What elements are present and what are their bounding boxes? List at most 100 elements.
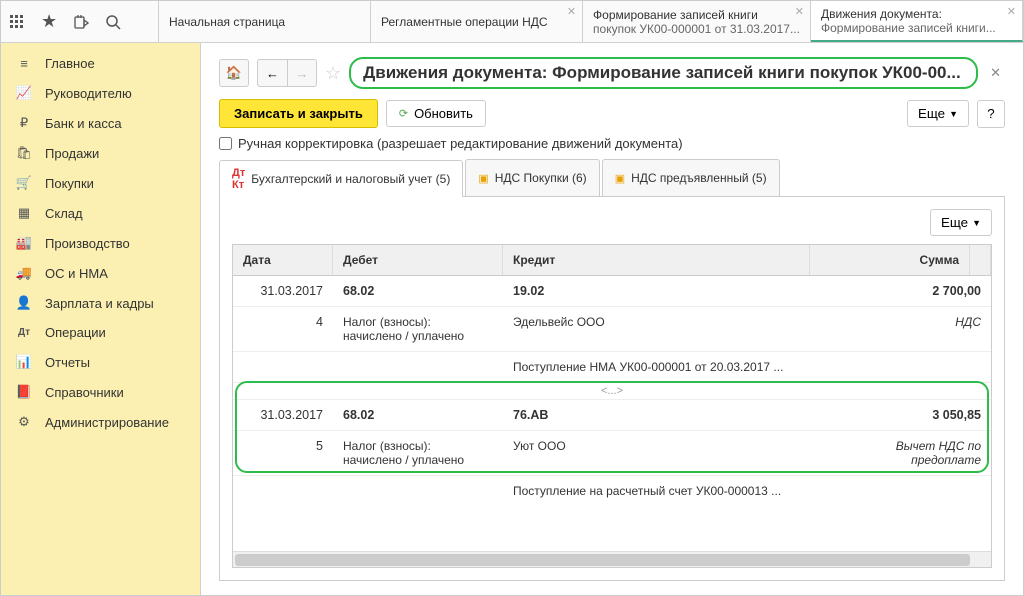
- cell-num: 4: [233, 307, 333, 351]
- chart-icon: 📈: [15, 85, 33, 101]
- star-icon[interactable]: ★: [41, 11, 57, 32]
- apps-icon[interactable]: [9, 14, 25, 30]
- table-row[interactable]: 4 Налог (взносы): начислено / уплачено Э…: [233, 307, 991, 352]
- tab-label-l1: Формирование записей книги: [593, 8, 800, 22]
- sidebar-item-label: Банк и касса: [45, 116, 122, 131]
- sidebar-item-manager[interactable]: 📈 Руководителю: [1, 78, 200, 108]
- tab-label: Начальная страница: [169, 15, 360, 29]
- chevron-down-icon: ▼: [949, 109, 958, 119]
- bag-icon: 🛍: [15, 145, 33, 161]
- close-icon[interactable]: ✕: [795, 5, 804, 18]
- sidebar-item-bank[interactable]: ₽ Банк и касса: [1, 108, 200, 138]
- col-debit: Дебет: [333, 245, 503, 275]
- gear-icon: ⚙: [15, 414, 33, 430]
- book-icon: 📕: [15, 384, 33, 400]
- person-icon: 👤: [15, 295, 33, 311]
- close-button[interactable]: ✕: [986, 65, 1005, 81]
- doc-tab-vat-presented[interactable]: ▣НДС предъявленный (5): [602, 159, 780, 196]
- col-date: Дата: [233, 245, 333, 275]
- col-credit: Кредит: [503, 245, 810, 275]
- more-label: Еще: [941, 215, 968, 230]
- factory-icon: 🏭: [15, 235, 33, 251]
- doc-tab-vat-purchases[interactable]: ▣ НДС Покупки (6): [465, 159, 599, 196]
- sidebar-item-label: Склад: [45, 206, 83, 221]
- col-sum: Сумма: [810, 245, 970, 275]
- cell-sum-sub: Вычет НДС по предоплате: [831, 431, 991, 475]
- history-icon[interactable]: [73, 14, 89, 30]
- sidebar-item-label: Операции: [45, 325, 106, 340]
- sidebar-item-admin[interactable]: ⚙ Администрирование: [1, 407, 200, 437]
- close-icon[interactable]: ✕: [1007, 5, 1016, 18]
- sidebar-item-operations[interactable]: Дт Операции: [1, 318, 200, 347]
- back-button[interactable]: ←: [257, 59, 287, 87]
- doc-tab-accounting[interactable]: ДтКтБухгалтерский и налоговый учет (5): [219, 160, 463, 197]
- cell-debit-sub: Налог (взносы): начислено / уплачено: [333, 307, 503, 351]
- close-icon[interactable]: ✕: [567, 5, 576, 18]
- save-close-button[interactable]: Записать и закрыть: [219, 99, 378, 128]
- cell-credit-sub2: Поступление НМА УК00-000001 от 20.03.201…: [503, 352, 831, 382]
- horizontal-scrollbar[interactable]: [233, 551, 991, 567]
- report-icon: 📊: [15, 354, 33, 370]
- table-row[interactable]: Поступление НМА УК00-000001 от 20.03.201…: [233, 352, 991, 383]
- more-label: Еще: [918, 106, 945, 121]
- sidebar-item-warehouse[interactable]: ▦Склад: [1, 198, 200, 228]
- sidebar-item-production[interactable]: 🏭Производство: [1, 228, 200, 258]
- top-tab-home[interactable]: Начальная страница: [159, 1, 371, 42]
- cart-icon: 🛒: [15, 175, 33, 191]
- dtkt-icon: Дт: [15, 327, 33, 338]
- home-button[interactable]: 🏠: [219, 59, 249, 87]
- refresh-button[interactable]: ⟳Обновить: [386, 100, 486, 127]
- help-button[interactable]: ?: [977, 100, 1005, 128]
- tab-label-l2: покупок УК00-000001 от 31.03.2017...: [593, 22, 800, 36]
- table-row[interactable]: 31.03.2017 68.02 19.02 2 700,00: [233, 276, 991, 307]
- doc-tab-label: НДС Покупки (6): [495, 171, 587, 185]
- sidebar-item-sales[interactable]: 🛍 Продажи: [1, 138, 200, 168]
- sidebar-item-purchases[interactable]: 🛒Покупки: [1, 168, 200, 198]
- tab-label: Регламентные операции НДС: [381, 15, 572, 29]
- row-separator: <...>: [233, 383, 991, 400]
- menu-icon: ≡: [15, 56, 33, 71]
- table-row[interactable]: 31.03.2017 68.02 76.АВ 3 050,85: [233, 400, 991, 431]
- cell-credit: 76.АВ: [503, 400, 831, 430]
- table-row[interactable]: 5 Налог (взносы): начислено / уплачено У…: [233, 431, 991, 476]
- sidebar-item-label: Зарплата и кадры: [45, 296, 154, 311]
- tab-label-l1: Движения документа:: [821, 7, 1012, 21]
- sidebar-item-main[interactable]: ≡ Главное: [1, 49, 200, 78]
- sidebar-item-label: Главное: [45, 56, 95, 71]
- doc-tab-label: Бухгалтерский и налоговый учет (5): [251, 172, 450, 186]
- sidebar-item-reports[interactable]: 📊 Отчеты: [1, 347, 200, 377]
- top-tab-1[interactable]: Регламентные операции НДС ✕: [371, 1, 583, 42]
- sidebar-item-catalogs[interactable]: 📕Справочники: [1, 377, 200, 407]
- cell-debit-sub: Налог (взносы): начислено / уплачено: [333, 431, 503, 475]
- cell-debit: 68.02: [333, 276, 503, 306]
- chevron-down-icon: ▼: [972, 218, 981, 228]
- favorite-button[interactable]: ☆: [325, 63, 341, 84]
- cell-date: 31.03.2017: [233, 400, 333, 430]
- sidebar-item-salary[interactable]: 👤 Зарплата и кадры: [1, 288, 200, 318]
- sidebar-item-label: Отчеты: [45, 355, 90, 370]
- sidebar-item-assets[interactable]: 🚚ОС и НМА: [1, 258, 200, 288]
- forward-button[interactable]: →: [287, 59, 317, 87]
- manual-edit-label: Ручная корректировка (разрешает редактир…: [238, 136, 683, 151]
- sidebar-item-label: Руководителю: [45, 86, 132, 101]
- entries-table: Дата Дебет Кредит Сумма 31.03.2017 68.02…: [232, 244, 992, 568]
- top-tab-3[interactable]: Движения документа: Формирование записей…: [811, 1, 1023, 42]
- page-title: Движения документа: Формирование записей…: [349, 57, 978, 89]
- table-row[interactable]: Поступление на расчетный счет УК00-00001…: [233, 476, 991, 506]
- cell-credit-sub: Уют ООО: [503, 431, 831, 475]
- sidebar-item-label: Продажи: [45, 146, 99, 161]
- sidebar: ≡ Главное 📈 Руководителю ₽ Банк и касса 🛍 Пр…: [1, 43, 201, 595]
- table-more-button[interactable]: Еще ▼: [930, 209, 992, 236]
- ruble-icon: ₽: [15, 115, 33, 131]
- tab-label-l2: Формирование записей книги...: [821, 21, 1012, 35]
- search-icon[interactable]: [105, 14, 121, 30]
- doc-icon: ▣: [478, 172, 488, 185]
- more-button[interactable]: Еще ▼: [907, 100, 969, 127]
- sidebar-item-label: Администрирование: [45, 415, 169, 430]
- top-tab-2[interactable]: Формирование записей книги покупок УК00-…: [583, 1, 811, 42]
- manual-edit-checkbox[interactable]: [219, 137, 232, 150]
- sidebar-item-label: ОС и НМА: [45, 266, 108, 281]
- cell-credit-sub: Эдельвейс ООО: [503, 307, 831, 351]
- doc-tab-label: НДС предъявленный (5): [631, 171, 766, 185]
- cell-sum: 3 050,85: [831, 400, 991, 430]
